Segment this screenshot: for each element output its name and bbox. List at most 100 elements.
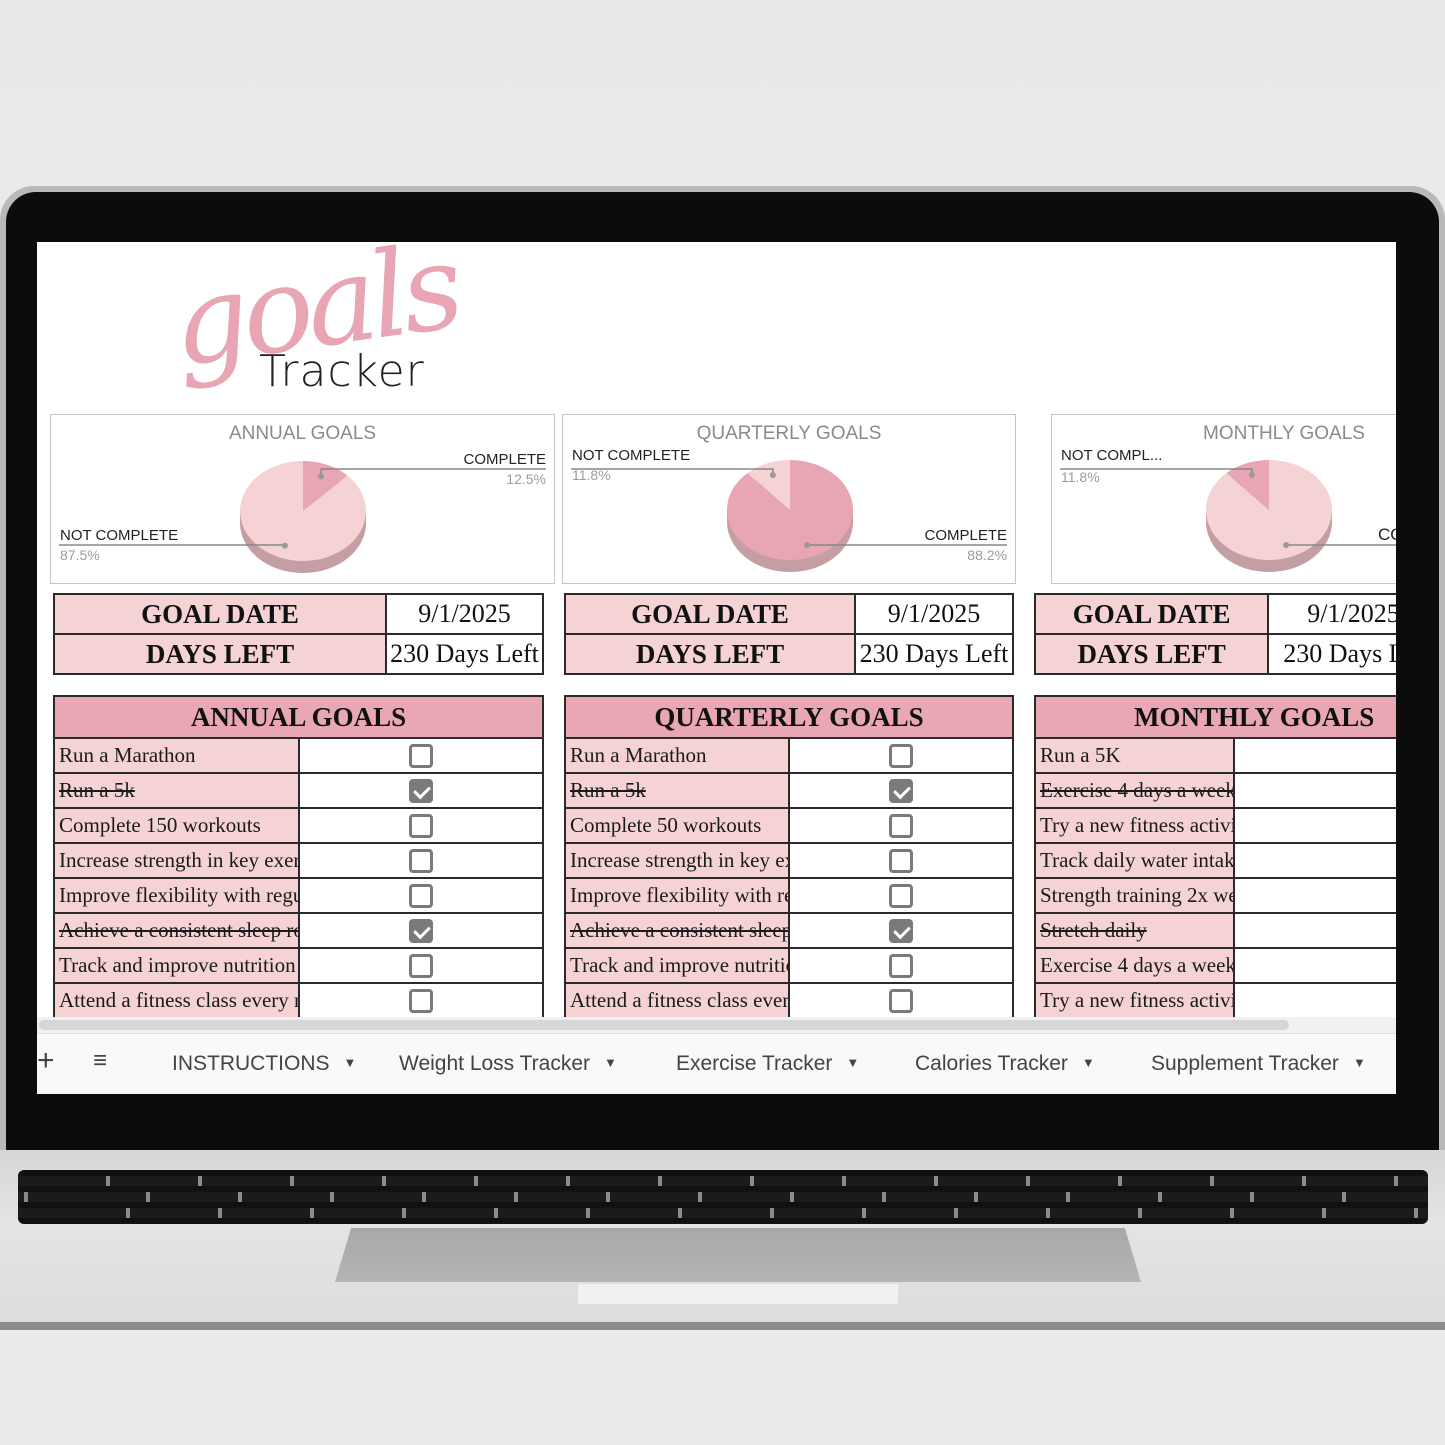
- goal-text[interactable]: Improve flexibility with regular stretch…: [564, 877, 790, 914]
- goal-row: Attend a fitness class every month: [53, 982, 544, 1019]
- checkbox-cell: [297, 947, 544, 984]
- goal-text[interactable]: Achieve a consistent sleep routine: [53, 912, 300, 949]
- pie-chart: [59, 461, 546, 573]
- spreadsheet-screen: goals Tracker ANNUAL GOALS COMPLETE 12.5…: [37, 242, 1396, 1094]
- goal-row: Run a 5k: [564, 772, 1014, 809]
- checkbox-cell: [788, 947, 1014, 984]
- dropdown-arrow-icon[interactable]: ▼: [344, 1055, 357, 1070]
- goal-row: Track daily water intake: [1034, 842, 1396, 879]
- goal-text[interactable]: Track and improve nutrition: [53, 947, 300, 984]
- sheet-tab-calories-tracker[interactable]: Calories Tracker ▼: [915, 1052, 1095, 1076]
- goal-row: Strength training 2x week: [1034, 877, 1396, 914]
- sheet-tab-exercise-tracker[interactable]: Exercise Tracker ▼: [676, 1052, 859, 1076]
- checkbox-unchecked[interactable]: [889, 883, 913, 908]
- goal-text[interactable]: Increase strength in key exercises: [53, 842, 300, 879]
- scrollbar-thumb[interactable]: [39, 1020, 1289, 1030]
- all-sheets-menu-icon[interactable]: ≡: [93, 1047, 107, 1075]
- horizontal-scrollbar[interactable]: [37, 1017, 1396, 1033]
- checkbox-unchecked[interactable]: [889, 953, 913, 978]
- checkbox-unchecked[interactable]: [889, 988, 913, 1013]
- checkbox-cell: [1233, 912, 1396, 949]
- goal-text[interactable]: Run a 5K: [1034, 737, 1235, 774]
- checkbox-unchecked[interactable]: [889, 743, 913, 768]
- goal-text[interactable]: Improve flexibility with regular stretch…: [53, 877, 300, 914]
- goal-text[interactable]: Complete 50 workouts: [564, 807, 790, 844]
- checkbox-unchecked[interactable]: [408, 848, 433, 873]
- tab-label: INSTRUCTIONS: [172, 1052, 330, 1075]
- goal-date-value[interactable]: 9/1/2025: [854, 593, 1014, 635]
- quarterly-goals-chart[interactable]: QUARTERLY GOALS NOT COMPLETE 11.8% COMPL…: [562, 414, 1016, 584]
- goal-text[interactable]: Run a Marathon: [53, 737, 300, 774]
- days-left-value[interactable]: 230 Days Left: [385, 633, 544, 675]
- not-complete-label: NOT COMPLETE: [572, 447, 691, 464]
- days-left-value[interactable]: 230 Days Left: [1267, 633, 1396, 675]
- dropdown-arrow-icon[interactable]: ▼: [846, 1055, 859, 1070]
- goal-text[interactable]: Track daily water intake: [1034, 842, 1235, 879]
- checkbox-cell: [1233, 947, 1396, 984]
- goal-row: Exercise 4 days a week: [1034, 947, 1396, 984]
- checkbox-cell: [1233, 877, 1396, 914]
- goal-date-value[interactable]: 9/1/2025: [385, 593, 544, 635]
- goal-row: Exercise 4 days a week: [1034, 772, 1396, 809]
- checkbox-unchecked[interactable]: [408, 743, 433, 768]
- goal-text[interactable]: Try a new fitness activity: [1034, 982, 1235, 1019]
- not-complete-label: NOT COMPLETE: [60, 527, 179, 544]
- goal-text[interactable]: Run a 5k: [564, 772, 790, 809]
- goal-row: Try a new fitness activity: [1034, 982, 1396, 1019]
- goal-text[interactable]: Complete 150 workouts: [53, 807, 300, 844]
- checkbox-unchecked[interactable]: [408, 988, 433, 1013]
- goal-text[interactable]: Strength training 2x week: [1034, 877, 1235, 914]
- goal-text[interactable]: Achieve a consistent sleep routine: [564, 912, 790, 949]
- checkbox-unchecked[interactable]: [889, 813, 913, 838]
- checkbox-cell: [297, 912, 544, 949]
- goal-text[interactable]: Track and improve nutrition: [564, 947, 790, 984]
- goal-text[interactable]: Stretch daily: [1034, 912, 1235, 949]
- goal-text[interactable]: Try a new fitness activity: [1034, 807, 1235, 844]
- checkbox-cell: [788, 982, 1014, 1019]
- goal-row: Improve flexibility with regular stretch…: [53, 877, 544, 914]
- checkbox-checked[interactable]: [408, 778, 433, 803]
- complete-label: COMPLETE: [463, 451, 546, 468]
- goal-row: Improve flexibility with regular stretch…: [564, 877, 1014, 914]
- checkbox-checked[interactable]: [889, 918, 913, 943]
- goal-row: Run a Marathon: [564, 737, 1014, 774]
- goal-text[interactable]: Increase strength in key exercises: [564, 842, 790, 879]
- checkbox-checked[interactable]: [408, 918, 433, 943]
- leader-line: [59, 544, 286, 546]
- goal-date-label: GOAL DATE: [564, 593, 856, 635]
- days-left-label: DAYS LEFT: [53, 633, 387, 675]
- checkbox-unchecked[interactable]: [889, 848, 913, 873]
- days-left-value[interactable]: 230 Days Left: [854, 633, 1014, 675]
- checkbox-cell: [788, 912, 1014, 949]
- checkbox-checked[interactable]: [889, 778, 913, 803]
- add-sheet-icon[interactable]: +: [37, 1044, 55, 1078]
- annual-goals-chart[interactable]: ANNUAL GOALS COMPLETE 12.5% NOT COMPLETE…: [50, 414, 555, 584]
- goal-row: Stretch daily: [1034, 912, 1396, 949]
- dropdown-arrow-icon[interactable]: ▼: [1082, 1055, 1095, 1070]
- goal-row: Try a new fitness activity: [1034, 807, 1396, 844]
- sheet-tab-supplement-tracker[interactable]: Supplement Tracker ▼: [1151, 1052, 1366, 1076]
- goal-text[interactable]: Run a Marathon: [564, 737, 790, 774]
- goal-row: Track and improve nutrition: [564, 947, 1014, 984]
- goal-text[interactable]: Exercise 4 days a week: [1034, 947, 1235, 984]
- monthly-goals-chart[interactable]: MONTHLY GOALS NOT COMPL... 11.8% CO: [1051, 414, 1396, 584]
- goal-text[interactable]: Run a 5k: [53, 772, 300, 809]
- checkbox-cell: [1233, 842, 1396, 879]
- checkbox-cell: [1233, 772, 1396, 809]
- leader-dot: [804, 541, 811, 548]
- goal-date-value[interactable]: 9/1/2025: [1267, 593, 1396, 635]
- dropdown-arrow-icon[interactable]: ▼: [1353, 1055, 1366, 1070]
- checkbox-unchecked[interactable]: [408, 883, 433, 908]
- sheet-tab-instructions[interactable]: INSTRUCTIONS ▼: [172, 1052, 356, 1076]
- not-complete-pct: 87.5%: [60, 547, 100, 563]
- checkbox-unchecked[interactable]: [408, 813, 433, 838]
- goal-text[interactable]: Attend a fitness class every month: [564, 982, 790, 1019]
- goal-text[interactable]: Exercise 4 days a week: [1034, 772, 1235, 809]
- goal-row: Achieve a consistent sleep routine: [564, 912, 1014, 949]
- leader-dot: [318, 473, 325, 480]
- sheet-tab-weight-loss-tracker[interactable]: Weight Loss Tracker ▼: [399, 1052, 617, 1076]
- checkbox-unchecked[interactable]: [408, 953, 433, 978]
- dropdown-arrow-icon[interactable]: ▼: [604, 1055, 617, 1070]
- goal-text[interactable]: Attend a fitness class every month: [53, 982, 300, 1019]
- checkbox-cell: [297, 842, 544, 879]
